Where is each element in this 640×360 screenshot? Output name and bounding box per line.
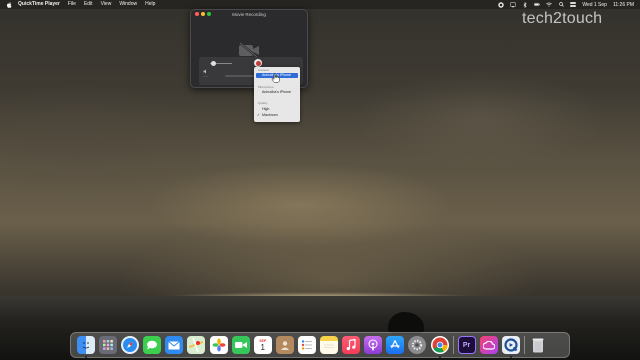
record-button[interactable] [254,59,262,67]
apple-logo-icon[interactable] [6,1,12,8]
running-indicator [85,356,87,358]
microphone-option-iphone[interactable]: Anirudha's iPhone [256,90,298,95]
screen-recording-icon[interactable] [498,1,505,8]
menu-app-name[interactable]: QuickTime Player [18,0,60,9]
dock-podcasts[interactable] [364,336,383,354]
menu-help[interactable]: Help [145,0,155,9]
menu-edit[interactable]: Edit [84,0,93,9]
calendar-day: 1 [260,342,265,352]
launchpad-icon [103,340,113,350]
dock-contacts[interactable] [275,336,294,354]
podcasts-icon [368,339,378,351]
dock-music[interactable] [342,336,361,354]
contact-person-icon [280,341,289,350]
creative-cloud-icon [482,340,495,350]
checkmark-icon: ✓ [257,113,261,117]
window-titlebar[interactable]: Movie Recording [191,10,307,18]
envelope-icon [168,340,181,349]
dock-creative-cloud[interactable] [479,336,498,354]
window-title: Movie Recording [232,11,266,17]
dock-mail[interactable] [165,336,184,354]
dock-system-preferences[interactable] [408,336,427,354]
status-area: Wed 1 Sep 11:26 PM [498,0,634,9]
menu-view[interactable]: View [101,0,112,9]
dock-photos[interactable] [209,336,228,354]
search-icon[interactable] [558,2,564,8]
control-center-icon[interactable] [570,2,577,8]
dock-reminders[interactable] [297,336,316,354]
dock-notes[interactable] [320,336,339,354]
menu-section-camera: Camera [258,68,269,72]
bluetooth-icon[interactable] [522,1,528,8]
chrome-icon [432,337,448,353]
running-indicator [438,356,441,358]
trash-icon [532,338,544,352]
gear-icon [412,339,423,351]
map-icon [189,338,204,352]
menu-section-quality: Quality [258,101,268,105]
dock-messages[interactable] [143,336,162,354]
dock-launchpad[interactable] [99,336,118,354]
dock-trash[interactable] [529,336,547,354]
menu-section-microphone: Microphone [258,85,274,89]
volume-icon [203,61,208,74]
message-bubble-icon [147,340,158,350]
menu-window[interactable]: Window [119,0,137,9]
quicktime-icon [504,338,518,352]
music-note-icon [346,339,356,351]
dock-calendar[interactable]: SEP 1 [253,336,272,354]
dock-safari[interactable] [121,336,140,354]
quality-option-maximum[interactable]: ✓ Maximum [256,113,298,118]
finder-icon [82,342,90,349]
video-camera-icon [234,342,247,348]
battery-icon[interactable] [534,2,541,8]
reminders-list-icon [301,340,312,350]
volume-slider-knob[interactable] [211,61,216,66]
hand-cursor-icon [271,73,280,83]
chevron-down-icon[interactable] [265,61,270,73]
menu-bar: QuickTime Player File Edit View Window H… [0,0,640,9]
dock-app-store[interactable] [386,336,405,354]
timecode: --:-- [203,74,208,78]
menubar-date[interactable]: Wed 1 Sep [582,2,607,8]
dock-quicktime[interactable] [501,336,520,358]
quality-option-high[interactable]: High [256,107,298,112]
quality-option-maximum-label: Maximum [262,113,278,117]
watermark: tech2touch [522,10,603,27]
dock-finder[interactable] [77,336,95,358]
premiere-pro-label: Pr [462,341,471,349]
microphone-option-label: Anirudha's iPhone [262,90,292,94]
menu-file[interactable]: File [68,0,76,9]
dock-facetime[interactable] [231,336,250,354]
wifi-icon[interactable] [546,2,553,8]
camera-off-icon [239,42,259,58]
photos-flower-icon [212,338,226,352]
dock: SEP 1 Pr [70,332,570,358]
dock-maps[interactable] [187,336,206,354]
dock-chrome[interactable] [430,336,449,358]
dock-premiere-pro[interactable]: Pr [457,336,476,354]
app-store-icon [390,340,400,349]
record-dot [255,60,261,66]
dock-separator [523,336,525,354]
safari-compass-icon [123,338,138,352]
notes-icon [324,344,335,348]
screen-mirroring-icon[interactable] [510,2,517,8]
menubar-time[interactable]: 11:26 PM [613,2,634,8]
quality-option-high-label: High [262,107,270,111]
running-indicator [509,356,512,358]
dock-separator [452,336,454,354]
